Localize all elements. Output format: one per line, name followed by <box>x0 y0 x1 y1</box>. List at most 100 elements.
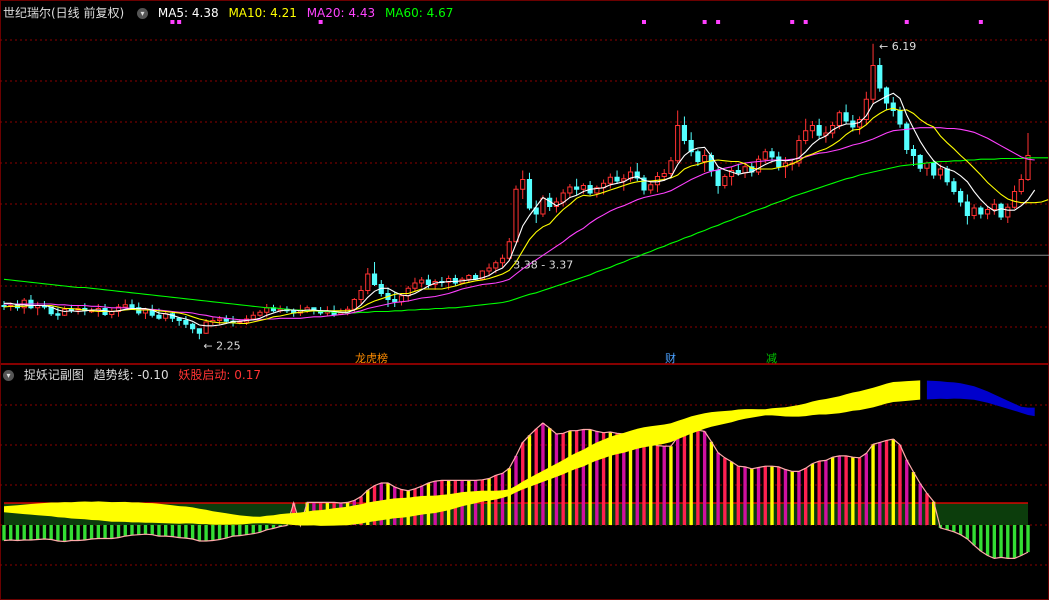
candle-body <box>877 65 883 89</box>
candle-body <box>870 65 876 100</box>
ma20-label: MA20: 4.43 <box>306 6 376 20</box>
candle-body <box>809 125 816 132</box>
candle-body <box>499 257 506 264</box>
ma60-line <box>3 157 1049 314</box>
candle-body <box>129 304 135 309</box>
range-label: 3.38 - 3.37 <box>513 258 573 271</box>
candle-body <box>607 176 613 184</box>
candle-body <box>190 323 196 330</box>
candle-body <box>836 112 842 126</box>
candle-body <box>897 110 903 125</box>
candle-body <box>183 320 189 325</box>
candle-body <box>493 262 499 269</box>
candle-body <box>68 308 74 311</box>
candle-body <box>984 209 991 215</box>
candle-body <box>614 176 620 182</box>
candle-body <box>250 314 256 320</box>
candle-body <box>762 151 768 160</box>
candle-body <box>358 290 364 300</box>
event-marker: 龙虎榜 <box>355 351 388 365</box>
settings-toggle-icon[interactable]: ▾ <box>137 8 149 19</box>
candle-body <box>695 151 701 162</box>
signal-marker <box>904 20 909 24</box>
candle-body <box>580 185 586 190</box>
candle-body <box>122 304 128 308</box>
candle-body <box>513 188 519 243</box>
ma20-line <box>4 127 1035 321</box>
candle-body <box>702 155 708 162</box>
candle-body <box>648 184 654 191</box>
candle-body <box>668 160 674 174</box>
candle-body <box>1018 179 1024 192</box>
sub-panel-toggle-icon[interactable]: ▾ <box>3 370 14 381</box>
candle-body <box>998 203 1004 218</box>
candle-body <box>257 311 263 316</box>
indicator-panel <box>2 380 1035 560</box>
candle-body <box>540 197 546 215</box>
trend-label: 趋势线: -0.10 <box>93 368 169 382</box>
candle-body <box>371 273 378 285</box>
candle-body <box>526 179 533 209</box>
event-marker: 财 <box>665 351 676 365</box>
candle-body <box>722 176 728 186</box>
ma5-label: MA5: 4.38 <box>157 6 219 20</box>
candle-body <box>520 179 526 190</box>
candle-body <box>486 267 492 272</box>
sub-panel-title[interactable]: 捉妖记副图 <box>24 368 84 382</box>
candle-body <box>1005 206 1011 218</box>
candle-body <box>675 125 681 162</box>
stock-title[interactable]: 世纪瑞尔(日线 前复权) <box>3 6 124 20</box>
signal-marker <box>642 20 646 24</box>
candle-body <box>910 149 917 156</box>
candle-body <box>398 295 405 303</box>
candle-body <box>904 123 910 150</box>
candle-body <box>661 173 667 177</box>
high-price-label: ← 6.19 <box>879 40 916 53</box>
candle-body <box>890 102 896 111</box>
start-label: 妖股启动: 0.17 <box>178 368 261 382</box>
sub-panel-header: ▾ 捉妖记副图 趋势线: -0.10 妖股启动: 0.17 <box>0 366 267 384</box>
candle-body <box>560 192 566 203</box>
candle-body <box>803 130 809 141</box>
candle-body <box>203 321 209 334</box>
candle-body <box>196 328 202 334</box>
signal-marker <box>803 20 808 24</box>
trend-ribbon-falling <box>926 380 1035 417</box>
candle-body <box>574 186 580 190</box>
signal-marker <box>978 20 983 24</box>
candle-body <box>931 162 937 176</box>
ma60-label: MA60: 4.67 <box>384 6 454 20</box>
candle-body <box>742 166 748 174</box>
candle-body <box>715 170 721 186</box>
candle-body <box>816 125 822 136</box>
candle-body <box>917 155 923 169</box>
event-marker: 减 <box>766 352 777 365</box>
candle-body <box>991 203 997 210</box>
main-panel-header: 世纪瑞尔(日线 前复权) ▾ MA5: 4.38 MA10: 4.21 MA20… <box>0 4 459 22</box>
candle-body <box>776 156 782 168</box>
candle-body <box>769 151 775 158</box>
candle-body <box>843 112 849 122</box>
candle-body <box>958 191 964 203</box>
signal-marker <box>716 20 721 24</box>
signal-marker <box>790 20 795 24</box>
candle-body <box>964 201 970 216</box>
candle-body <box>567 186 573 194</box>
stock-chart[interactable]: ← 6.19 ← 2.25 3.38 - 3.37 龙虎榜 财 减 <box>0 0 1049 600</box>
signal-marker <box>702 20 707 24</box>
candle-body <box>365 273 371 291</box>
candle-body <box>62 308 68 316</box>
candle-body <box>971 207 977 216</box>
candle-body <box>55 313 61 316</box>
candle-body <box>924 162 930 169</box>
candle-body <box>223 318 229 322</box>
candle-body <box>735 170 741 174</box>
candle-body <box>392 299 398 303</box>
candle-body <box>681 125 688 141</box>
candle-body <box>264 307 270 313</box>
ma10-label: MA10: 4.21 <box>228 6 297 20</box>
candle-body <box>405 287 411 297</box>
candle-body <box>156 314 162 319</box>
candle-body <box>419 279 425 284</box>
candle-body <box>425 279 432 285</box>
